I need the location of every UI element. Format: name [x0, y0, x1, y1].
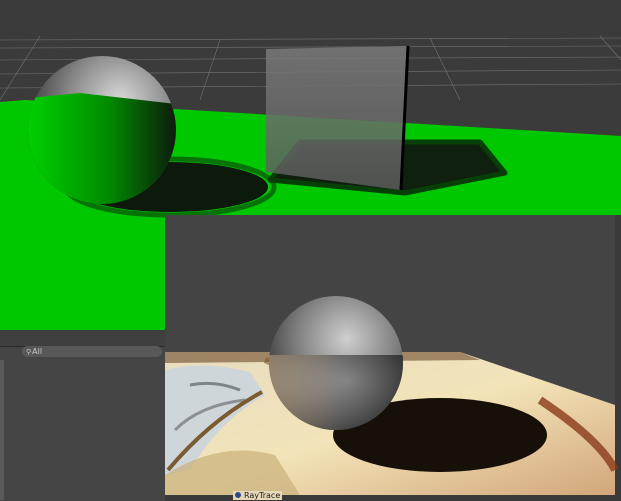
camera-preview — [165, 215, 621, 500]
hierarchy-item-raytrace[interactable]: RayTrace — [233, 491, 283, 500]
unity-object-icon — [235, 492, 241, 498]
hierarchy-panel — [0, 346, 165, 501]
panel-scrollbar[interactable] — [0, 360, 4, 500]
search-icon: ⚲ — [26, 348, 32, 356]
glass-pane — [266, 46, 408, 190]
hierarchy-item-label: RayTrace — [244, 491, 281, 500]
search-field[interactable]: ⚲All — [22, 346, 162, 357]
search-label: All — [32, 347, 43, 356]
sphere-object — [28, 56, 176, 204]
